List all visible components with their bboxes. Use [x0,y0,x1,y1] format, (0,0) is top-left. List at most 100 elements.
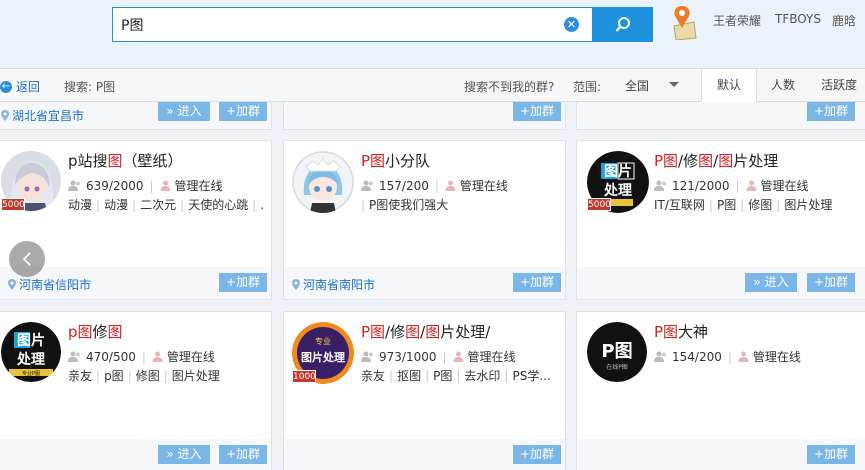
group-tags: 亲友 | 抠图 | P图 | 去水印 | PS学... [361,369,551,383]
sort-tab-activity[interactable]: 活跃度 [809,69,865,102]
svg-text:图片: 图片 [604,163,632,180]
location-label: 河南省南阳市 [292,276,375,293]
location-pin-icon [8,279,16,290]
admin-status: 管理在线 [459,179,508,193]
admin-status: 管理在线 [166,350,215,364]
group-name[interactable]: p站搜图（壁纸） [68,150,183,171]
sort-tab-members[interactable]: 人数 [757,69,809,102]
join-button[interactable]: +加群 [219,445,267,464]
group-meta: 639/2000 | 管理在线 [68,177,223,194]
search-summary: 搜索: P图 [64,80,116,94]
group-card[interactable]: 5000 p站搜图（壁纸） 639/2000 | 管理在线 动漫 | 动漫 | 二次元 |… [0,140,272,300]
admin-icon [445,180,456,191]
hot-tag-3[interactable]: 鹿晗 [832,12,856,29]
results-toolbar: ← 返回 搜索: P图 搜索不到我的群? 范围: 全国 默认 人数 活跃度 [0,68,865,102]
chevron-left-icon [22,252,31,266]
top-bar: ✕ 王者荣耀 TFBOYS 鹿晗 [0,0,865,68]
not-found-link[interactable]: 搜索不到我的群? [464,78,554,95]
back-arrow-icon: ← [0,80,12,93]
join-button[interactable]: +加群 [807,102,855,121]
group-avatar[interactable]: P图 在线P图 [587,322,647,382]
level-badge: 5000 [1,198,25,211]
admin-status: 管理在线 [174,179,223,193]
search-input[interactable] [121,14,561,36]
svg-text:在线P图: 在线P图 [606,363,628,371]
clear-icon[interactable]: ✕ [564,17,579,32]
group-name[interactable]: P图/修图/图片处理 [654,150,778,171]
chevron-down-icon [669,82,679,87]
group-card[interactable]: 图片 处理 5000 P图/修图/图片处理 121/2000 | 管理在线 IT… [576,140,865,300]
admin-icon [746,180,757,191]
members-icon [361,351,373,362]
svg-text:图片: 图片 [17,332,45,349]
group-card[interactable]: 图片 处理 专业P图 p图修图 470/500 | 管理在线 亲友 | p图 | 修图 |… [0,311,272,470]
anime-avatar-icon [292,151,354,213]
svg-text:专业P图: 专业P图 [22,370,40,377]
results-grid: 湖北省宜昌市 » 进入 +加群 +加群 +加群 5000 p站搜图（壁纸） 63… [0,102,865,470]
join-button[interactable]: +加群 [513,445,561,464]
map-location-icon[interactable] [670,4,698,40]
group-meta: 973/1000 | 管理在线 [361,348,516,365]
admin-icon [160,180,171,191]
group-name[interactable]: p图修图 [68,321,123,342]
range-value: 全国 [625,79,650,93]
join-button[interactable]: +加群 [807,445,855,464]
join-button[interactable]: +加群 [513,102,561,121]
group-name[interactable]: P图/修图/图片处理/ [361,321,490,342]
member-count: 639/2000 [86,178,144,193]
back-button[interactable]: ← 返回 [0,78,40,95]
member-count: 154/200 [672,349,722,364]
admin-icon [152,351,163,362]
admin-icon [738,351,749,362]
group-tags: | P图使我们强大 [361,198,449,212]
group-meta: 154/200 | 管理在线 [654,348,801,365]
admin-status: 管理在线 [752,350,801,364]
enter-button[interactable]: » 进入 [158,102,210,121]
svg-text:处理: 处理 [603,182,632,199]
svg-text:专业: 专业 [315,336,331,346]
group-card[interactable]: P图小分队 157/200 | 管理在线 | P图使我们强大 河南省南阳市 +加群 [283,140,566,300]
svg-text:图片处理: 图片处理 [301,350,345,364]
join-button[interactable]: +加群 [219,273,267,292]
partial-card-2: +加群 [283,102,566,130]
group-meta: 121/2000 | 管理在线 [654,177,809,194]
search-button[interactable] [592,7,653,42]
group-meta: 157/200 | 管理在线 [361,177,508,194]
group-card[interactable]: P图 在线P图 P图大神 154/200 | 管理在线 +加群 [576,311,865,470]
partial-card-1: 湖北省宜昌市 » 进入 +加群 [0,102,272,130]
admin-status: 管理在线 [760,179,809,193]
group-tags: 动漫|动漫|二次元|天使的心跳|... [68,198,264,212]
group-name[interactable]: P图大神 [654,321,708,342]
group-name[interactable]: P图小分队 [361,150,430,171]
enter-button[interactable]: » 进入 [745,273,797,292]
location-pin-icon [292,279,300,290]
join-button[interactable]: +加群 [513,273,561,292]
member-count: 973/1000 [379,349,437,364]
level-badge: 1000 [292,370,316,383]
members-icon [654,351,666,362]
members-icon [654,180,666,191]
group-avatar[interactable]: 图片 处理 专业P图 [1,322,61,382]
group-meta: 470/500 | 管理在线 [68,348,215,365]
group-tags: IT/互联网 | P图 | 修图 | 图片处理 [654,198,833,212]
search-box: ✕ [112,7,653,42]
group-tags: 亲友 | p图 | 修图 | 图片处理 [68,369,220,383]
enter-button[interactable]: » 进入 [158,445,210,464]
join-button[interactable]: +加群 [807,273,855,292]
member-count: 470/500 [86,349,136,364]
hot-tag-2[interactable]: TFBOYS [775,12,821,26]
sort-tab-default[interactable]: 默认 [701,69,757,102]
prev-page-button[interactable] [9,241,45,277]
location-label: 湖北省宜昌市 [1,107,84,124]
members-icon [68,180,80,191]
back-label: 返回 [16,80,41,94]
range-select[interactable]: 全国 [612,72,687,98]
hot-tag-1[interactable]: 王者荣耀 [713,12,761,29]
group-card[interactable]: 专业 图片处理 1000 P图/修图/图片处理/ 973/1000 | 管理在线… [283,311,566,470]
group-avatar[interactable] [292,151,354,213]
member-count: 121/2000 [672,178,730,193]
admin-icon [453,351,464,362]
join-button[interactable]: +加群 [219,102,267,121]
logo-avatar-icon: P图 在线P图 [587,322,647,382]
svg-text:处理: 处理 [16,351,45,368]
